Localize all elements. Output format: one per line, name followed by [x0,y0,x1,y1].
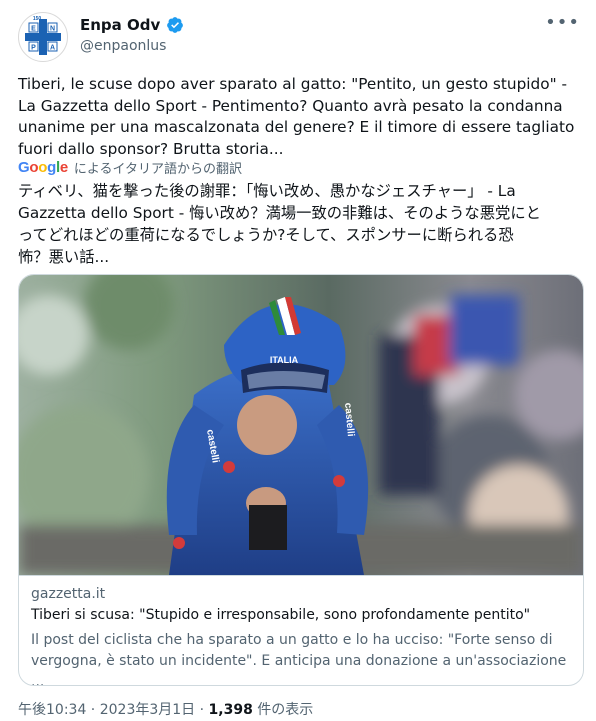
views-label: 件の表示 [252,702,314,718]
avatar-letter-p: P [31,45,36,52]
handle[interactable]: @enpaonlus [80,38,166,54]
card-domain: gazzetta.it [31,586,106,602]
card-description: Il post del ciclista che ha sparato a un… [31,632,567,686]
tweet-text: Tiberi, le scuse dopo aver sparato al ga… [18,75,575,158]
cyclist-photo-image: ITALIA castelli castelli [19,275,583,575]
tweet-metadata: 午後10:34 · 2023年3月1日 · 1,398 件の表示 [18,699,313,719]
verified-badge-icon [167,17,184,33]
tweet-header: E N P A 150 Enpa Odv @enpaonlus ••• [18,10,580,62]
helmet-text: ITALIA [270,355,299,365]
avatar[interactable]: E N P A 150 [18,12,68,62]
more-options-icon[interactable]: ••• [545,12,580,33]
enpa-logo-icon: E N P A 150 [20,14,66,60]
google-logo-icon: Google [18,159,68,176]
translation-attribution[interactable]: Google によるイタリア語からの翻訳 [18,158,242,177]
avatar-letter-e: E [31,26,36,33]
translated-text: ティベリ、猫を撃った後の謝罪：「悔い改め、愚かなジェスチャー」 - La Gaz… [18,182,541,266]
card-divider [19,575,583,576]
tweet-date[interactable]: 2023年3月1日 [100,702,195,718]
meta-separator-2: · [195,702,209,718]
views-count: 1,398 [208,702,253,718]
avatar-letter-n: N [50,26,55,33]
translation-label[interactable]: によるイタリア語からの翻訳 [74,158,242,177]
name-row: Enpa Odv [80,16,184,34]
meta-separator: · [86,702,100,718]
avatar-letter-a: A [50,45,55,52]
display-name[interactable]: Enpa Odv [80,16,160,34]
link-card[interactable]: ITALIA castelli castelli gazzetta.it Tib… [18,274,584,686]
tweet-time[interactable]: 午後10:34 [18,702,86,718]
card-title: Tiberi si scusa: "Stupido e irresponsabi… [31,607,531,623]
avatar-year: 150 [33,16,42,22]
